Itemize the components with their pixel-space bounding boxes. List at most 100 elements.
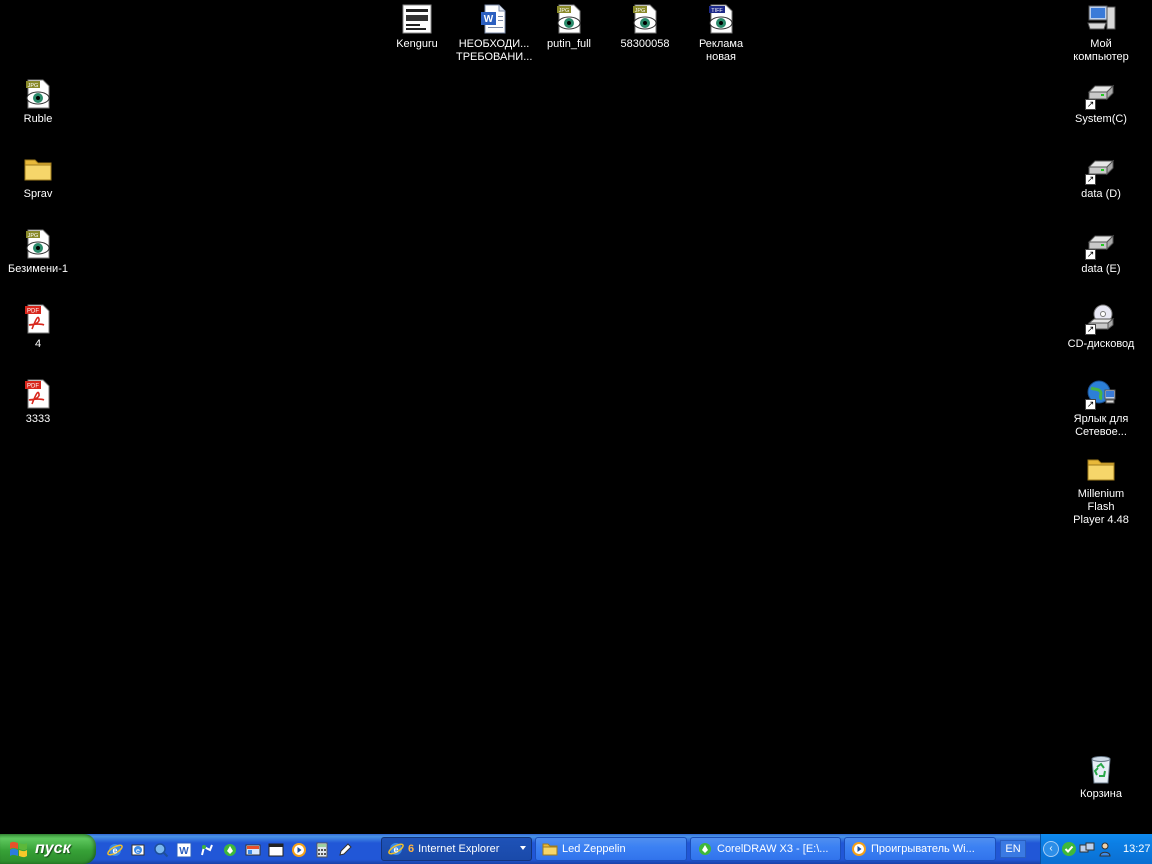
calculator-icon: [316, 842, 327, 858]
svg-text:JPG: JPG: [28, 233, 39, 239]
internet-explorer-icon: e: [106, 844, 123, 856]
desktop-icon-label: 4: [34, 338, 42, 350]
task-media-player[interactable]: Проигрыватель Wi...: [844, 837, 996, 861]
desktop-icon-label: 3333: [25, 413, 51, 425]
language-indicator[interactable]: EN: [1000, 840, 1026, 858]
desktop-icon-label: System(C): [1075, 113, 1127, 125]
task-group-count: 6: [408, 843, 415, 855]
ql-word[interactable]: W: [173, 840, 194, 860]
ql-messenger[interactable]: [196, 840, 217, 860]
network-shortcut-icon: ↗: [1085, 378, 1117, 410]
svg-text:JPG: JPG: [635, 8, 646, 14]
task-led-zeppelin[interactable]: Led Zeppelin: [535, 837, 687, 861]
media-player-icon: [291, 843, 306, 857]
svg-text:JPG: JPG: [559, 8, 570, 14]
desktop-icon-label: НЕОБХОДИ... ТРЕБОВАНИ...: [456, 38, 533, 63]
cd-drive-shortcut-icon: ↗: [1085, 303, 1117, 335]
ql-media-player[interactable]: [288, 840, 309, 860]
desktop-icon-label: putin_full: [546, 38, 592, 50]
jpg-file-icon: JPG: [553, 3, 585, 35]
desktop-icon-label: data (D): [1081, 188, 1121, 200]
desktop-icon-pdf-4[interactable]: PDF 4: [0, 303, 76, 373]
ql-corel[interactable]: [219, 840, 240, 860]
tiff-file-icon: TIFF: [705, 3, 737, 35]
desktop-icon-kenguru[interactable]: Kenguru: [379, 3, 455, 73]
svg-text:TIFF: TIFF: [711, 8, 723, 14]
svg-text:PDF: PDF: [27, 309, 39, 315]
show-desktop-icon: [245, 844, 260, 856]
jpg-file-icon: JPG: [629, 3, 661, 35]
image-thumbnail-icon: [401, 3, 433, 35]
my-computer-icon: [1085, 3, 1117, 35]
desktop-icon-millenium[interactable]: Millenium Flash Player 4.48: [1063, 453, 1139, 526]
clock[interactable]: 13:27: [1123, 843, 1151, 855]
desktop-icon-bezimeni[interactable]: JPG Безимени-1: [0, 228, 76, 298]
task-coreldraw[interactable]: CorelDRAW X3 - [E:\...: [690, 837, 841, 861]
desktop-icon-putin-full[interactable]: JPG putin_full: [531, 3, 607, 73]
desktop-icon-recycle-bin[interactable]: Корзина: [1063, 753, 1139, 823]
svg-text:e: e: [393, 845, 398, 855]
chevron-down-icon: [520, 846, 526, 850]
svg-text:PDF: PDF: [27, 384, 39, 390]
desktop-icon-label: Реклама новая: [698, 38, 744, 63]
desktop-icon-data-e[interactable]: ↗ data (E): [1063, 228, 1139, 298]
svg-text:W: W: [179, 846, 189, 857]
ql-pen[interactable]: [334, 840, 355, 860]
desktop-icon-label: Ruble: [23, 113, 53, 125]
desktop-icon-cd-drive[interactable]: ↗ CD-дисковод: [1063, 303, 1139, 373]
jpg-file-icon: JPG: [22, 78, 54, 110]
word-icon: W: [176, 842, 191, 858]
coreldraw-icon: [699, 843, 711, 855]
ql-calculator[interactable]: [311, 840, 332, 860]
desktop-icon-label: Корзина: [1080, 788, 1122, 800]
desktop-icon-reklama[interactable]: TIFF Реклама новая: [683, 3, 759, 73]
search-icon: [153, 843, 168, 858]
media-player-icon: [852, 842, 866, 856]
ql-window[interactable]: [265, 840, 286, 860]
task-internet-explorer[interactable]: e 6 Internet Explorer: [381, 837, 532, 861]
ql-outlook-express[interactable]: e: [127, 840, 148, 860]
task-label: Проигрыватель Wi...: [871, 843, 975, 855]
pdf-file-icon: PDF: [22, 378, 54, 410]
desktop-icon-ruble[interactable]: JPG Ruble: [0, 78, 76, 148]
desktop-icon-sprav[interactable]: Sprav: [0, 153, 76, 223]
ql-internet-explorer[interactable]: e: [104, 840, 125, 860]
coreldraw-icon: [223, 844, 236, 856]
ql-search[interactable]: [150, 840, 171, 860]
start-button[interactable]: пуск: [0, 834, 96, 864]
desktop-icon-label: Sprav: [23, 188, 53, 200]
desktop-icon-my-computer[interactable]: Мой компьютер: [1063, 3, 1139, 73]
desktop-icon-pdf-3333[interactable]: PDF 3333: [0, 378, 76, 448]
folder-icon: [542, 843, 558, 856]
desktop-icon-neobhodimye[interactable]: W НЕОБХОДИ... ТРЕБОВАНИ...: [456, 3, 532, 73]
internet-explorer-icon: e: [388, 843, 404, 855]
desktop-icon-label: Kenguru: [396, 38, 438, 50]
task-label: Internet Explorer: [418, 843, 500, 855]
desktop-icon-data-d[interactable]: ↗ data (D): [1063, 153, 1139, 223]
svg-text:JPG: JPG: [28, 83, 39, 89]
desktop: Kenguru W НЕОБХОДИ... ТРЕБОВАНИ... JPG p…: [0, 0, 1152, 834]
drive-shortcut-icon: ↗: [1085, 78, 1117, 110]
security-check-icon[interactable]: [1061, 841, 1077, 857]
messenger-icon: [200, 844, 213, 856]
desktop-icon-network[interactable]: ↗ Ярлык для Сетевое...: [1063, 378, 1139, 448]
show-hidden-icons-button[interactable]: ‹: [1043, 841, 1059, 857]
start-label: пуск: [35, 840, 71, 857]
user-icon[interactable]: [1097, 841, 1113, 857]
desktop-icon-system-c[interactable]: ↗ System(C): [1063, 78, 1139, 148]
desktop-icon-label: Безимени-1: [8, 263, 68, 275]
word-document-icon: W: [478, 3, 510, 35]
svg-text:e: e: [112, 846, 117, 856]
network-connection-icon[interactable]: [1079, 841, 1095, 857]
windows-logo-icon: [10, 841, 27, 858]
taskbar: пуск e e W e 6 Internet Explorer Led Zep…: [0, 834, 1152, 864]
desktop-icon-58300058[interactable]: JPG 58300058: [607, 3, 683, 73]
desktop-icon-label: 58300058: [620, 38, 670, 50]
desktop-icon-label: Millenium Flash Player 4.48: [1073, 488, 1129, 526]
svg-text:e: e: [136, 848, 140, 855]
recycle-bin-icon: [1085, 753, 1117, 785]
system-tray: ‹ 13:27: [1040, 834, 1152, 864]
drive-shortcut-icon: ↗: [1085, 228, 1117, 260]
desktop-icon-label: Ярлык для Сетевое...: [1073, 413, 1129, 438]
ql-show-desktop[interactable]: [242, 840, 263, 860]
